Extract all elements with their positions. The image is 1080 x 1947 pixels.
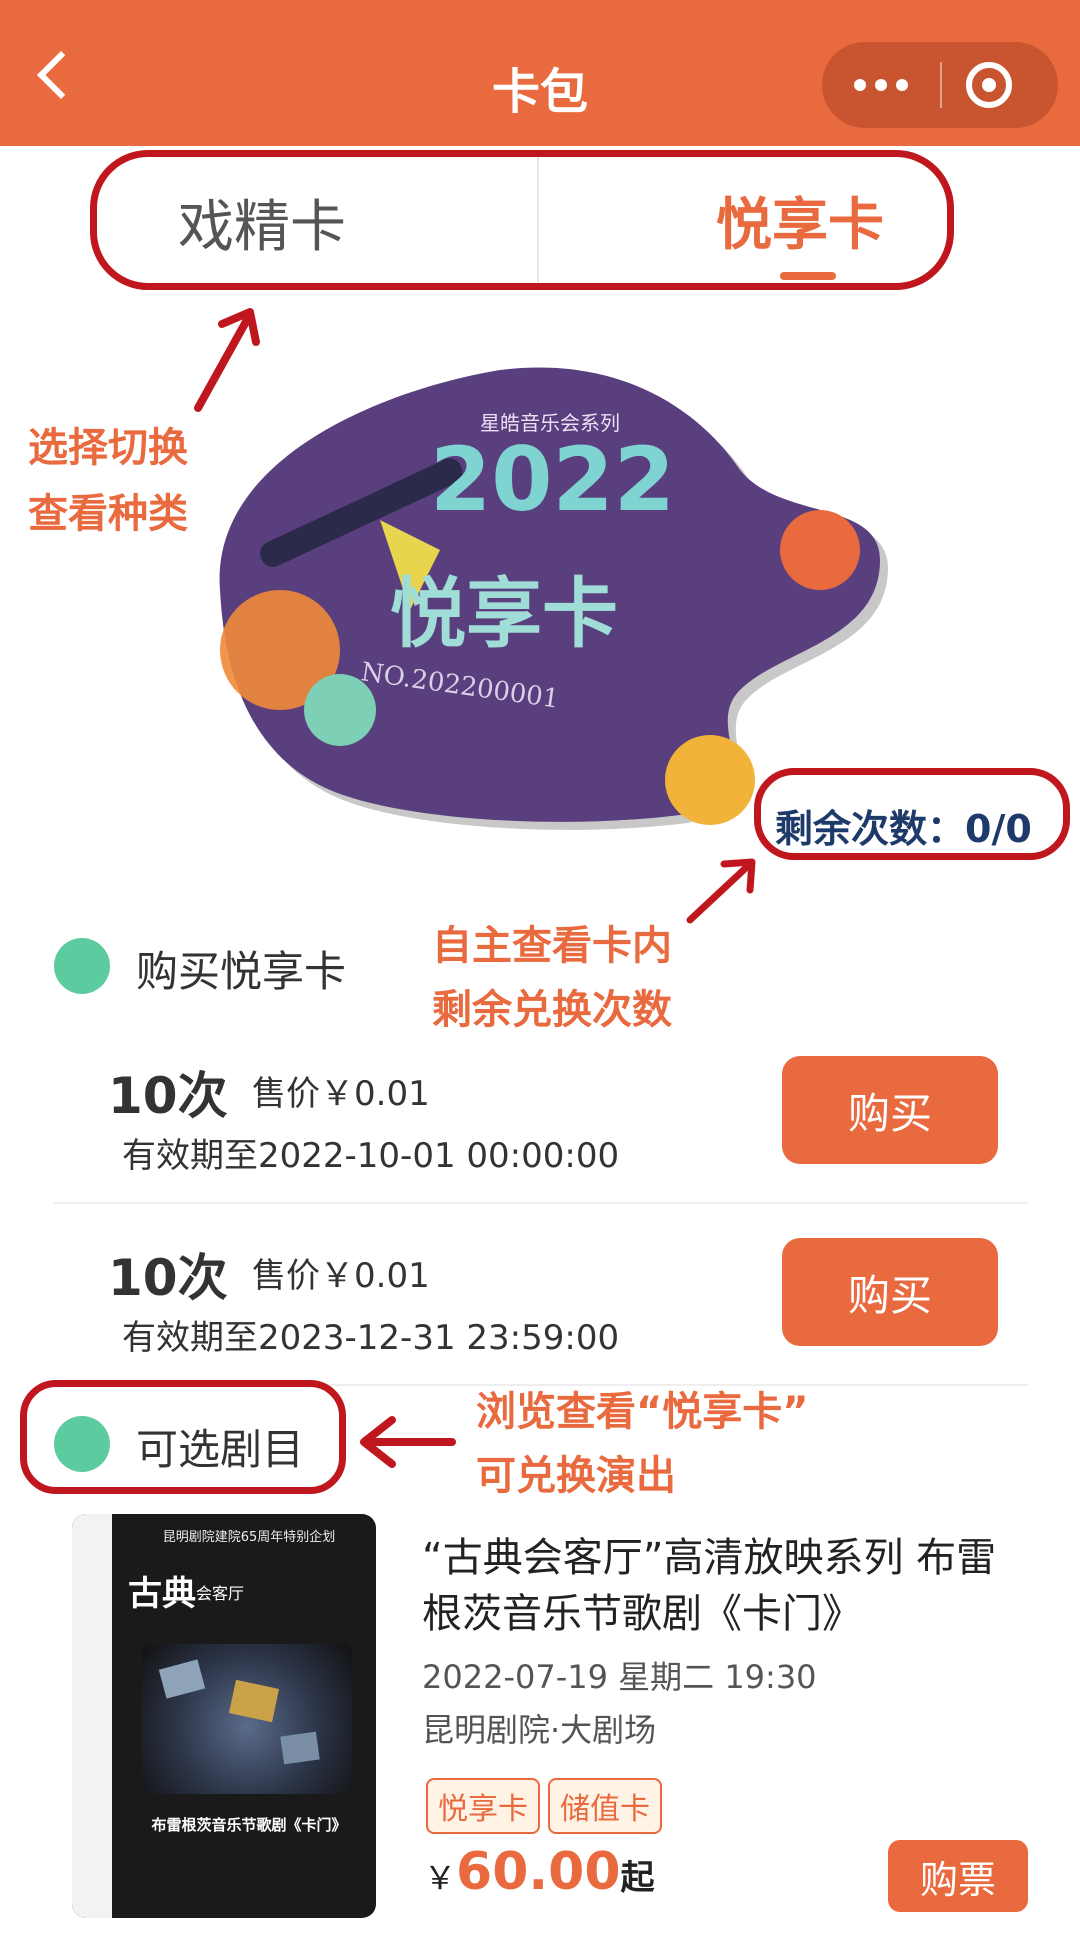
option-count: 10次 bbox=[108, 1249, 228, 1307]
annotation-arrow-remaining bbox=[686, 858, 756, 924]
mini-program-capsule bbox=[822, 42, 1058, 128]
annotation-oval-shows bbox=[20, 1380, 346, 1494]
annotation-shows-line1: 浏览查看“悦享卡” bbox=[476, 1389, 809, 1435]
option-validity: 有效期至2022-10-01 00:00:00 bbox=[122, 1136, 620, 1176]
annotation-shows-line2: 可兑换演出 bbox=[476, 1453, 676, 1499]
card-image: 星皓音乐会系列 2022 悦享卡 NO.202200001 bbox=[180, 350, 900, 830]
option-price: 售价￥0.01 bbox=[252, 1256, 430, 1296]
annotation-oval-tabs bbox=[90, 150, 954, 290]
annotation-tabs-line2: 查看种类 bbox=[28, 491, 188, 537]
annotation-oval-remaining bbox=[754, 768, 1070, 860]
show-venue: 昆明剧院·大剧场 bbox=[422, 1711, 657, 1749]
show-poster[interactable]: 昆明剧院建院65周年特别企划 古典 会客厅 布雷根茨音乐节歌剧《卡门》 bbox=[72, 1514, 376, 1918]
annotation-remaining-line2: 剩余兑换次数 bbox=[432, 987, 672, 1033]
card-year-text: 2022 bbox=[430, 428, 675, 531]
capsule-divider bbox=[940, 62, 942, 108]
option-price: 售价￥0.01 bbox=[252, 1074, 430, 1114]
poster-top-text: 昆明剧院建院65周年特别企划 bbox=[162, 1530, 336, 1545]
show-title[interactable]: “古典会客厅”高清放映系列 布雷根茨音乐节歌剧《卡门》 bbox=[422, 1530, 1022, 1642]
close-target-icon[interactable] bbox=[966, 62, 1012, 108]
buy-button[interactable]: 购买 bbox=[782, 1238, 998, 1346]
divider bbox=[54, 1202, 1028, 1204]
poster-caption: 布雷根茨音乐节歌剧《卡门》 bbox=[151, 1816, 347, 1834]
option-count: 10次 bbox=[108, 1067, 228, 1125]
poster-brand-sub: 会客厅 bbox=[196, 1584, 245, 1603]
option-validity: 有效期至2023-12-31 23:59:00 bbox=[122, 1318, 620, 1358]
annotation-tabs-line1: 选择切换 bbox=[28, 425, 188, 471]
annotation-remaining-line1: 自主查看卡内 bbox=[432, 923, 672, 969]
buy-ticket-button[interactable]: 购票 bbox=[888, 1840, 1028, 1912]
section-dot bbox=[54, 938, 110, 994]
currency-symbol: ￥ bbox=[424, 1859, 457, 1897]
purchase-section-title: 购买悦享卡 bbox=[136, 947, 347, 996]
show-price: ￥60.00起 bbox=[424, 1842, 655, 1902]
tag-joy-card: 悦享卡 bbox=[426, 1778, 540, 1834]
card-name-text: 悦享卡 bbox=[390, 569, 618, 658]
poster-brand: 古典 bbox=[128, 1574, 196, 1614]
more-icon[interactable] bbox=[822, 42, 940, 128]
show-datetime: 2022-07-19 星期二 19:30 bbox=[422, 1658, 817, 1696]
buy-button[interactable]: 购买 bbox=[782, 1056, 998, 1164]
show-tags: 悦享卡 储值卡 bbox=[426, 1778, 662, 1834]
price-suffix: 起 bbox=[620, 1858, 655, 1898]
annotation-arrow-shows bbox=[360, 1416, 456, 1468]
price-value: 60.00 bbox=[456, 1842, 621, 1902]
tag-stored-value-card: 储值卡 bbox=[548, 1778, 662, 1834]
